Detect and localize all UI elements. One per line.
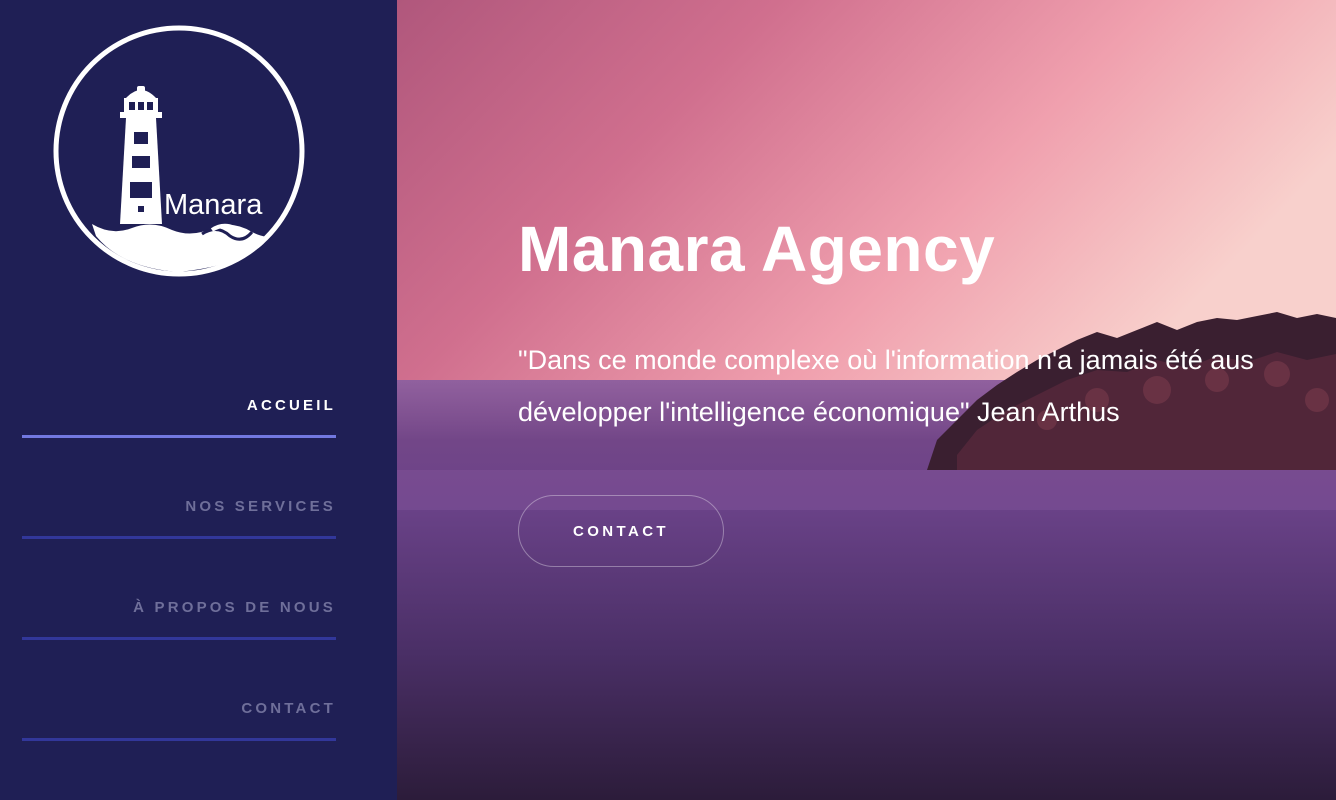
- app: Manara ACCUEIL NOS SERVICES À PROPOS DE …: [0, 0, 1336, 800]
- hero-content: Manara Agency "Dans ce monde complexe où…: [518, 212, 1336, 567]
- nav-item-services[interactable]: NOS SERVICES: [22, 438, 336, 539]
- svg-text:Manara: Manara: [164, 189, 263, 221]
- nav-item-label: ACCUEIL: [246, 397, 336, 414]
- manara-logo[interactable]: Manara: [52, 24, 306, 278]
- sidebar: Manara ACCUEIL NOS SERVICES À PROPOS DE …: [0, 0, 397, 800]
- nav-item-label: CONTACT: [241, 700, 336, 717]
- hero-quote: "Dans ce monde complexe où l'information…: [518, 334, 1336, 438]
- nav-item-about[interactable]: À PROPOS DE NOUS: [22, 539, 336, 640]
- hero-quote-line-2: développer l'intelligence économique" Je…: [518, 397, 1120, 427]
- hero-quote-line-1: "Dans ce monde complexe où l'information…: [518, 345, 1254, 375]
- contact-button[interactable]: CONTACT: [518, 495, 724, 567]
- nav-item-label: À PROPOS DE NOUS: [133, 599, 336, 616]
- hero-title: Manara Agency: [518, 213, 996, 285]
- hero-section: Manara Agency "Dans ce monde complexe où…: [397, 0, 1336, 800]
- main-nav: ACCUEIL NOS SERVICES À PROPOS DE NOUS CO…: [22, 360, 336, 741]
- nav-item-contact[interactable]: CONTACT: [22, 640, 336, 741]
- lighthouse-icon: [120, 86, 162, 224]
- nav-item-label: NOS SERVICES: [185, 498, 336, 515]
- nav-item-accueil[interactable]: ACCUEIL: [22, 360, 336, 438]
- nav-underline: [22, 738, 336, 741]
